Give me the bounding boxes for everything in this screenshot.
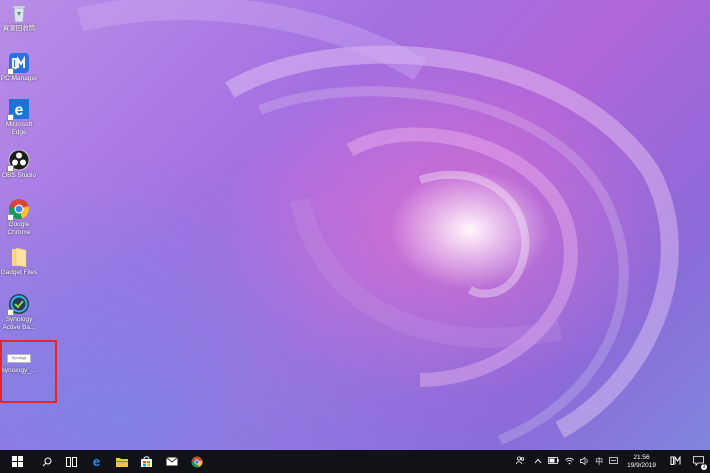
taskbar-clock[interactable]: 21:56 19/9/2019 <box>627 454 656 470</box>
task-view-button[interactable] <box>59 450 84 473</box>
action-center-icon[interactable]: 3 <box>693 455 707 470</box>
battery-icon[interactable] <box>548 457 559 466</box>
desktop-icon-recycle-bin[interactable]: 資源回收筒 <box>0 2 38 33</box>
folder-icon <box>115 457 128 467</box>
desktop-icon-obs-studio[interactable]: OBS Studio <box>0 149 38 180</box>
desktop-background: 資源回收筒 PC Manager e Microsoft Edge OBS St… <box>0 0 710 450</box>
desktop-icon-synology-active-backup[interactable]: Synology Active Ba... <box>0 293 38 331</box>
obs-icon <box>7 149 30 172</box>
desktop-icon-label: PC Manager <box>0 75 38 82</box>
people-glyph-icon <box>516 456 525 465</box>
task-view-icon <box>66 456 77 467</box>
store-icon <box>141 456 152 467</box>
volume-icon[interactable] <box>580 456 589 467</box>
system-tray: 中 21:56 19/9/2019 3 <box>513 450 710 473</box>
desktop-icon-microsoft-edge[interactable]: e Microsoft Edge <box>0 98 38 136</box>
windows-logo-icon <box>11 456 23 467</box>
shortcut-arrow-icon <box>7 309 14 316</box>
pc-manager-icon <box>7 52 30 75</box>
svg-text:e: e <box>15 102 24 119</box>
chrome-icon <box>191 456 202 467</box>
ime-options-icon[interactable] <box>609 456 618 467</box>
desktop-icon-gadget-files[interactable]: Gadget Files <box>0 246 38 277</box>
taskbar-chrome-button[interactable] <box>184 450 209 473</box>
taskbar-edge-button[interactable]: e <box>84 450 109 473</box>
wifi-icon[interactable] <box>565 457 574 467</box>
taskbar-file-explorer-button[interactable] <box>109 450 134 473</box>
clock-date: 19/9/2019 <box>627 461 656 469</box>
taskbar-mail-button[interactable] <box>159 450 184 473</box>
chrome-icon <box>7 198 30 221</box>
synology-backup-icon <box>7 293 30 316</box>
edge-icon: e <box>7 98 30 121</box>
start-button[interactable] <box>0 450 34 473</box>
shortcut-arrow-icon <box>7 68 14 75</box>
shortcut-arrow-icon <box>7 214 14 221</box>
notification-count-badge: 3 <box>701 463 707 470</box>
recycle-bin-icon <box>8 2 30 24</box>
people-icon[interactable] <box>516 456 525 467</box>
desktop-icon-label: Google Chrome <box>7 221 31 236</box>
wallpaper-swirl <box>77 0 679 445</box>
desktop-icon-google-chrome[interactable]: Google Chrome <box>0 198 38 236</box>
selection-highlight-box <box>0 340 57 403</box>
desktop-icon-label: Synology Active Ba... <box>2 316 36 331</box>
taskbar: e 中 21:56 19/9/2019 3 <box>0 450 710 473</box>
edge-icon: e <box>92 454 101 469</box>
chevron-up-icon[interactable] <box>534 457 542 466</box>
search-icon <box>42 457 51 466</box>
shortcut-arrow-icon <box>7 114 14 121</box>
pc-manager-tray-icon[interactable] <box>670 455 682 467</box>
desktop-icon-pc-manager[interactable]: PC Manager <box>0 52 38 83</box>
taskbar-store-button[interactable] <box>134 450 159 473</box>
desktop-icon-label: OBS Studio <box>2 172 36 179</box>
shortcut-arrow-icon <box>7 165 14 172</box>
ime-indicator[interactable]: 中 <box>595 456 603 467</box>
desktop-icon-label: Gadget Files <box>0 269 38 276</box>
mail-icon <box>165 457 178 466</box>
desktop-icon-label: Microsoft Edge <box>5 121 33 136</box>
desktop-icon-label: 資源回收筒 <box>2 25 36 32</box>
folder-icon <box>8 246 30 268</box>
clock-time: 21:56 <box>633 453 650 461</box>
search-button[interactable] <box>34 450 59 473</box>
